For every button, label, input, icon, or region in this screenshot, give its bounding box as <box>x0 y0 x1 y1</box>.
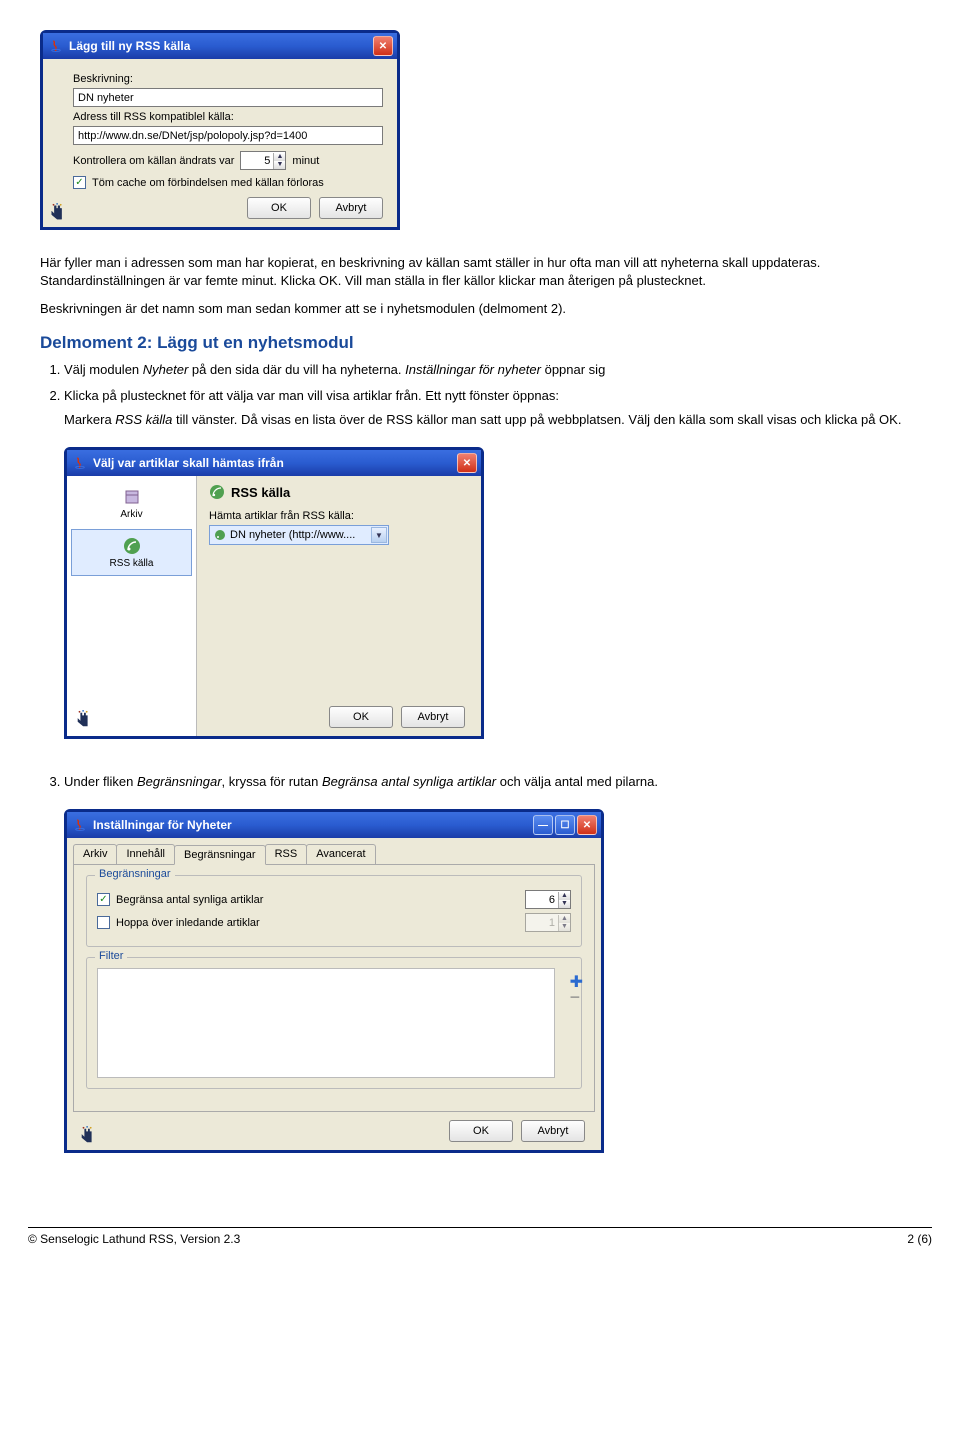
archive-icon <box>122 487 142 507</box>
list-item-3: Under fliken Begränsningar, kryssa för r… <box>64 773 920 791</box>
group-label: Begränsningar <box>95 868 175 880</box>
spinner-down-icon[interactable]: ▼ <box>559 900 570 908</box>
tab-rss[interactable]: RSS <box>265 844 308 864</box>
paragraph-1: Här fyller man i adressen som man har ko… <box>40 254 920 290</box>
rss-heading: RSS källa <box>209 484 469 500</box>
rss-source-select[interactable]: DN nyheter (http://www.... ▼ <box>209 525 389 545</box>
dialog-title: Inställningar för Nyheter <box>93 818 533 832</box>
tab-bar: Arkiv Innehåll Begränsningar RSS Avancer… <box>67 838 601 864</box>
ok-button[interactable]: OK <box>247 197 311 219</box>
close-button[interactable]: ✕ <box>373 36 393 56</box>
check-interval-label-pre: Kontrollera om källan ändrats var <box>73 155 234 167</box>
desc-input[interactable] <box>73 88 383 107</box>
list-item-2: Klicka på plustecknet för att välja var … <box>64 387 920 429</box>
dialog-news-settings: Inställningar för Nyheter — ☐ ✕ Arkiv In… <box>64 809 604 1153</box>
spinner-up-icon[interactable]: ▲ <box>559 892 570 900</box>
ok-button[interactable]: OK <box>329 706 393 728</box>
skip-leading-checkbox[interactable] <box>97 916 110 929</box>
skip-leading-input <box>526 914 558 931</box>
cancel-button[interactable]: Avbryt <box>401 706 465 728</box>
chevron-down-icon[interactable]: ▼ <box>371 527 387 543</box>
limit-visible-label: Begränsa antal synliga artiklar <box>116 894 263 906</box>
remove-filter-button[interactable]: − <box>570 992 583 1002</box>
interval-input[interactable] <box>241 152 273 169</box>
group-begransningar: Begränsningar ✓ Begränsa antal synliga a… <box>86 875 582 947</box>
dialog-title: Lägg till ny RSS källa <box>69 39 373 53</box>
close-button[interactable]: ✕ <box>577 815 597 835</box>
tab-avancerat[interactable]: Avancerat <box>306 844 375 864</box>
spinner-up-icon: ▲ <box>559 915 570 923</box>
paragraph-2: Beskrivningen är det namn som man sedan … <box>40 300 920 318</box>
ok-button[interactable]: OK <box>449 1120 513 1142</box>
interval-spinner[interactable]: ▲ ▼ <box>240 151 286 170</box>
footer-copyright: © Senselogic Lathund RSS, Version 2.3 <box>28 1232 240 1246</box>
rss-icon <box>214 529 226 541</box>
spinner-down-icon: ▼ <box>559 923 570 931</box>
footer-page-number: 2 (6) <box>907 1232 932 1246</box>
maximize-button[interactable]: ☐ <box>555 815 575 835</box>
tomcache-label: Töm cache om förbindelsen med källan för… <box>92 177 324 189</box>
hand-icon <box>49 203 67 221</box>
skip-leading-spinner[interactable]: ▲ ▼ <box>525 913 571 932</box>
titlebar[interactable]: Lägg till ny RSS källa ✕ <box>43 33 397 59</box>
dialog-choose-source: Välj var artiklar skall hämtas ifrån ✕ A… <box>64 447 484 739</box>
rss-icon <box>209 484 225 500</box>
group-filter: Filter ✚ − <box>86 957 582 1089</box>
limit-visible-checkbox[interactable]: ✓ <box>97 893 110 906</box>
titlebar[interactable]: Välj var artiklar skall hämtas ifrån ✕ <box>67 450 481 476</box>
desc-label: Beskrivning: <box>73 73 383 85</box>
close-button[interactable]: ✕ <box>457 453 477 473</box>
filter-list[interactable] <box>97 968 555 1078</box>
check-interval-label-post: minut <box>292 155 319 167</box>
addr-label: Adress till RSS kompatiblel källa: <box>73 111 383 123</box>
spinner-down-icon[interactable]: ▼ <box>274 161 285 169</box>
cancel-button[interactable]: Avbryt <box>521 1120 585 1142</box>
addr-input[interactable] <box>73 126 383 145</box>
tab-arkiv[interactable]: Arkiv <box>73 844 117 864</box>
spinner-up-icon[interactable]: ▲ <box>274 153 285 161</box>
tab-innehall[interactable]: Innehåll <box>116 844 175 864</box>
cancel-button[interactable]: Avbryt <box>319 197 383 219</box>
dialog-add-rss: Lägg till ny RSS källa ✕ Beskrivning: Ad… <box>40 30 400 230</box>
limit-visible-input[interactable] <box>526 891 558 908</box>
tab-begransningar[interactable]: Begränsningar <box>174 845 266 865</box>
java-icon <box>49 39 63 53</box>
minimize-button[interactable]: — <box>533 815 553 835</box>
page-footer: © Senselogic Lathund RSS, Version 2.3 2 … <box>28 1227 932 1246</box>
titlebar[interactable]: Inställningar för Nyheter — ☐ ✕ <box>67 812 601 838</box>
limit-visible-spinner[interactable]: ▲ ▼ <box>525 890 571 909</box>
skip-leading-label: Hoppa över inledande artiklar <box>116 917 260 929</box>
rss-icon <box>122 536 142 556</box>
list-item-1: Välj modulen Nyheter på den sida där du … <box>64 361 920 379</box>
dialog-title: Välj var artiklar skall hämtas ifrån <box>93 456 457 470</box>
java-icon <box>73 818 87 832</box>
java-icon <box>73 456 87 470</box>
tomcache-checkbox[interactable]: ✓ <box>73 176 86 189</box>
heading-delmoment2: Delmoment 2: Lägg ut en nyhetsmodul <box>40 333 920 353</box>
hand-icon <box>79 1126 97 1144</box>
dropdown-label: Hämta artiklar från RSS källa: <box>209 510 469 522</box>
filter-label: Filter <box>95 950 127 962</box>
